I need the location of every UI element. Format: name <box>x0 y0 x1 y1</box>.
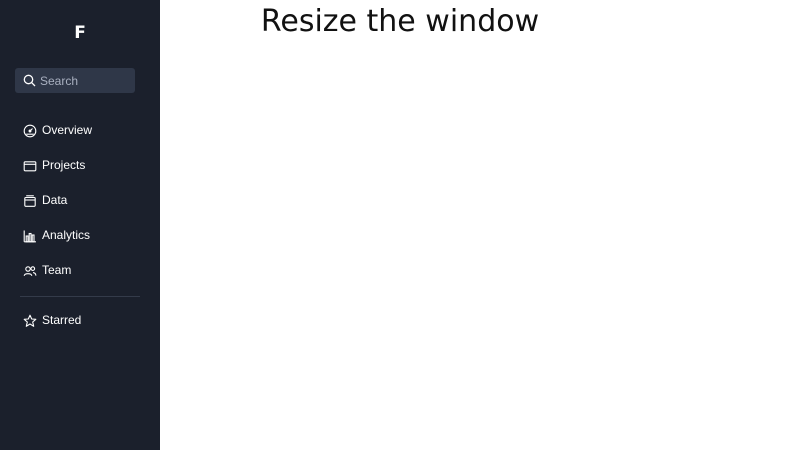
sidebar-item-label: Projects <box>42 158 86 172</box>
search-box[interactable] <box>15 68 135 93</box>
users-icon <box>23 264 37 278</box>
sidebar: F Overview <box>0 0 160 450</box>
sidebar-item-team[interactable]: Team <box>0 253 160 288</box>
main-content: Resize the window <box>160 0 800 450</box>
folder-icon <box>23 159 37 173</box>
archive-icon <box>23 194 37 208</box>
page-title: Resize the window <box>260 4 540 39</box>
star-icon <box>23 314 37 328</box>
sidebar-item-label: Data <box>42 193 68 207</box>
sidebar-item-label: Overview <box>42 123 93 137</box>
bar-chart-icon <box>23 229 37 243</box>
search-icon <box>23 74 36 87</box>
dashboard-icon <box>23 124 37 138</box>
sidebar-item-data[interactable]: Data <box>0 183 160 218</box>
sidebar-item-starred[interactable]: Starred <box>0 303 160 338</box>
app-window: F Overview <box>0 0 800 450</box>
sidebar-item-label: Analytics <box>42 228 91 242</box>
sidebar-nav: Overview Projects Data Analytics Team <box>0 113 160 288</box>
sidebar-divider <box>20 296 140 297</box>
sidebar-item-overview[interactable]: Overview <box>0 113 160 148</box>
sidebar-item-analytics[interactable]: Analytics <box>0 218 160 253</box>
sidebar-item-projects[interactable]: Projects <box>0 148 160 183</box>
sidebar-item-label: Starred <box>42 313 82 327</box>
search-input[interactable] <box>40 68 132 93</box>
app-logo[interactable]: F <box>0 22 160 44</box>
sidebar-item-label: Team <box>42 263 72 277</box>
